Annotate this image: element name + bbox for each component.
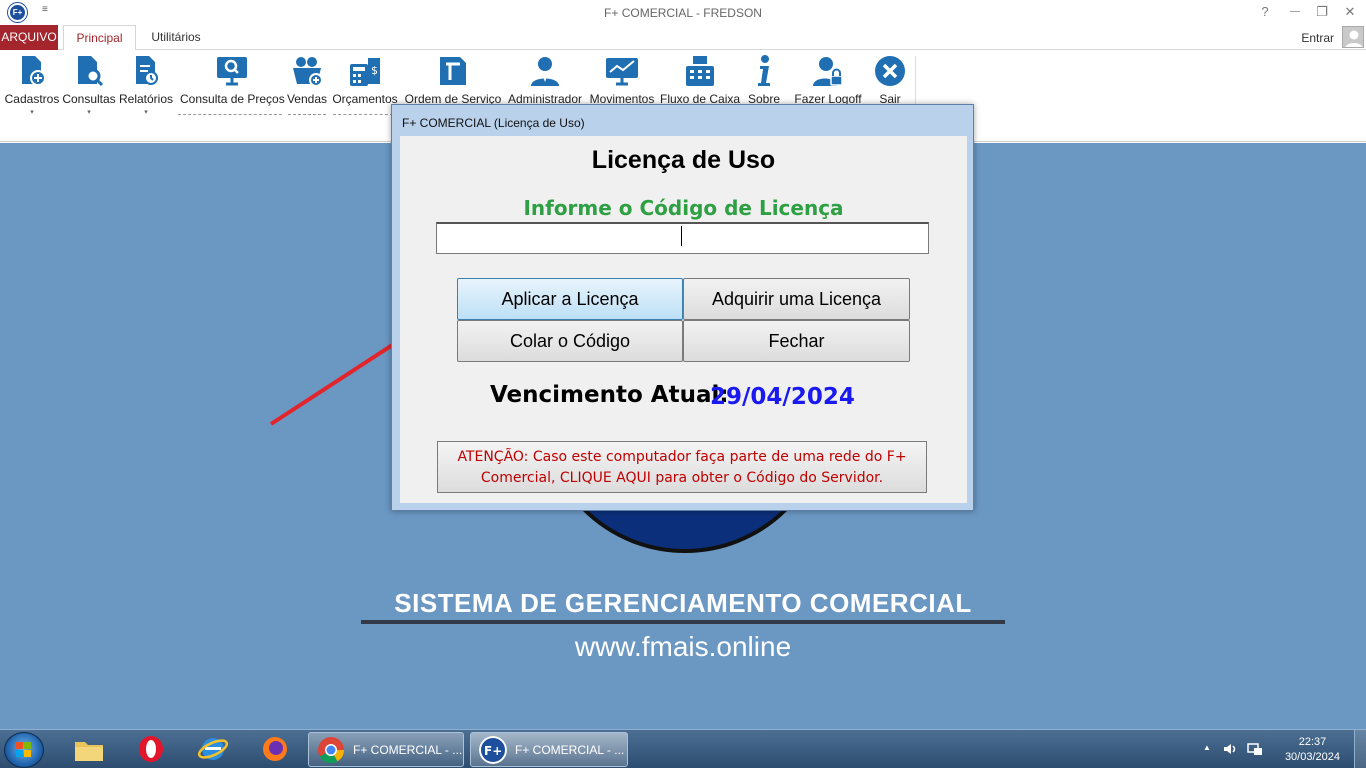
- chevron-down-icon: ▾: [144, 109, 148, 116]
- dialog-body: Licença de Uso Informe o Código de Licen…: [400, 136, 967, 503]
- search-document-icon: [78, 56, 104, 87]
- exit-icon: [875, 56, 905, 86]
- info-icon: [758, 55, 770, 86]
- text-cursor: [681, 226, 682, 246]
- server-code-button[interactable]: ATENÇÃO: Caso este computador faça parte…: [437, 441, 927, 493]
- group-divider: [288, 114, 326, 115]
- ribbon-label: Consulta de Preços: [180, 92, 285, 106]
- clock-time: 22:37: [1298, 736, 1327, 748]
- ribbon-ordem-servico-button[interactable]: Ordem de Serviço: [403, 54, 503, 106]
- system-clock[interactable]: 22:37 30/03/2024: [1285, 735, 1340, 765]
- windows-logo-icon: [16, 742, 31, 757]
- ribbon-sobre-button[interactable]: Sobre: [744, 54, 784, 106]
- expiry-label: Vencimento Atual:: [490, 382, 729, 408]
- ribbon-label: Relatórios: [118, 92, 174, 106]
- close-button[interactable]: ✕: [1340, 4, 1360, 20]
- ribbon-cadastros-button[interactable]: Cadastros ▾: [4, 54, 60, 116]
- start-button[interactable]: [4, 732, 44, 768]
- attention-line-1: ATENÇÃO: Caso este computador faça parte…: [457, 449, 907, 465]
- internet-explorer-icon[interactable]: [197, 734, 229, 764]
- task-fplus[interactable]: F+ F+ COMERCIAL - ...: [470, 732, 628, 767]
- ribbon-logoff-button[interactable]: Fazer Logoff: [792, 54, 864, 106]
- license-heading: Licença de Uso: [591, 146, 776, 174]
- tray-expand-icon[interactable]: ▲: [1203, 743, 1211, 752]
- volume-icon[interactable]: [1222, 741, 1238, 757]
- clock-date: 30/03/2024: [1284, 751, 1340, 763]
- admin-user-icon: [531, 57, 559, 86]
- ribbon-consultas-button[interactable]: Consultas ▾: [62, 54, 116, 116]
- task-chrome[interactable]: F+ COMERCIAL - ...: [308, 732, 464, 767]
- attention-line-2: Comercial, CLIQUE AQUI para obter o Códi…: [480, 470, 884, 486]
- login-link[interactable]: Entrar: [1301, 31, 1334, 45]
- ribbon-relatorios-button[interactable]: Relatórios ▾: [118, 54, 174, 116]
- monitor-search-icon: [217, 57, 247, 86]
- service-order-icon: [440, 57, 466, 85]
- ribbon-label: Vendas: [286, 92, 328, 106]
- taskbar: F+ COMERCIAL - ... F+ F+ COMERCIAL - ...…: [0, 729, 1366, 768]
- chart-monitor-icon: [606, 58, 638, 86]
- system-title: SISTEMA DE GERENCIAMENTO COMERCIAL: [394, 588, 972, 618]
- group-divider: [333, 114, 393, 115]
- ribbon-vendas-button[interactable]: Vendas: [286, 54, 328, 106]
- basket-icon: [293, 57, 323, 87]
- minimize-button[interactable]: —: [1285, 6, 1305, 17]
- ribbon-fluxo-caixa-button[interactable]: Fluxo de Caixa: [660, 54, 740, 106]
- chevron-down-icon: ▾: [30, 109, 34, 116]
- add-document-icon: [22, 56, 46, 86]
- report-icon: [136, 56, 158, 85]
- tab-utilitarios[interactable]: Utilitários: [141, 25, 211, 50]
- ribbon-administrador-button[interactable]: Administrador: [505, 54, 585, 106]
- apply-license-button[interactable]: Aplicar a Licença: [457, 278, 683, 320]
- help-button[interactable]: ?: [1255, 4, 1275, 19]
- network-icon[interactable]: [1247, 741, 1263, 757]
- license-dialog: F+ COMERCIAL (Licença de Uso) Licença de…: [391, 104, 974, 511]
- logoff-user-icon: [813, 57, 843, 86]
- svg-text:$: $: [371, 64, 378, 77]
- tab-principal[interactable]: Principal: [63, 25, 136, 51]
- window-title: F+ COMERCIAL - FREDSON: [604, 6, 762, 20]
- opera-icon[interactable]: [135, 734, 167, 764]
- ribbon-orcamentos-button[interactable]: $ Orçamentos: [330, 54, 400, 106]
- ribbon-label: Orçamentos: [332, 92, 398, 106]
- file-explorer-icon[interactable]: [73, 734, 105, 764]
- dialog-title: F+ COMERCIAL (Licença de Uso): [402, 116, 585, 130]
- system-url: www.fmais.online: [574, 631, 792, 662]
- acquire-license-button[interactable]: Adquirir uma Licença: [683, 278, 910, 320]
- paste-code-button[interactable]: Colar o Código: [457, 320, 683, 362]
- calculator-icon: $: [350, 58, 380, 86]
- ribbon-label: Consultas: [62, 92, 116, 106]
- chevron-down-icon: ▾: [87, 109, 91, 116]
- group-divider: [178, 114, 282, 115]
- ribbon-consulta-precos-button[interactable]: Consulta de Preços: [180, 54, 285, 106]
- license-code-input[interactable]: [436, 222, 929, 254]
- license-subheading: Informe o Código de Licença: [523, 196, 844, 220]
- title-underline: [361, 620, 1005, 624]
- tab-arquivo[interactable]: ARQUIVO: [0, 25, 58, 50]
- ribbon-sair-button[interactable]: Sair: [870, 54, 910, 106]
- title-bar: F+ ≡ F+ COMERCIAL - FREDSON ? — ❐ ✕: [0, 0, 1366, 25]
- cash-register-icon: [686, 56, 714, 86]
- chrome-icon: [318, 737, 345, 764]
- svg-text:F+: F+: [484, 744, 502, 758]
- ribbon-tabs: ARQUIVO Principal Utilitários Entrar: [0, 25, 1366, 51]
- fplus-app-icon: F+: [479, 736, 507, 764]
- close-dialog-button[interactable]: Fechar: [683, 320, 910, 362]
- firefox-icon[interactable]: [259, 734, 291, 764]
- show-desktop-button[interactable]: [1354, 730, 1366, 768]
- restore-button[interactable]: ❐: [1312, 4, 1332, 20]
- ribbon-label: Cadastros: [4, 92, 60, 106]
- ribbon-movimentos-button[interactable]: Movimentos: [587, 54, 657, 106]
- user-avatar-icon[interactable]: [1342, 26, 1364, 48]
- task-label: F+ COMERCIAL - ...: [353, 743, 463, 757]
- task-label: F+ COMERCIAL - ...: [515, 743, 625, 757]
- expiry-date: 29/04/2024: [710, 384, 855, 410]
